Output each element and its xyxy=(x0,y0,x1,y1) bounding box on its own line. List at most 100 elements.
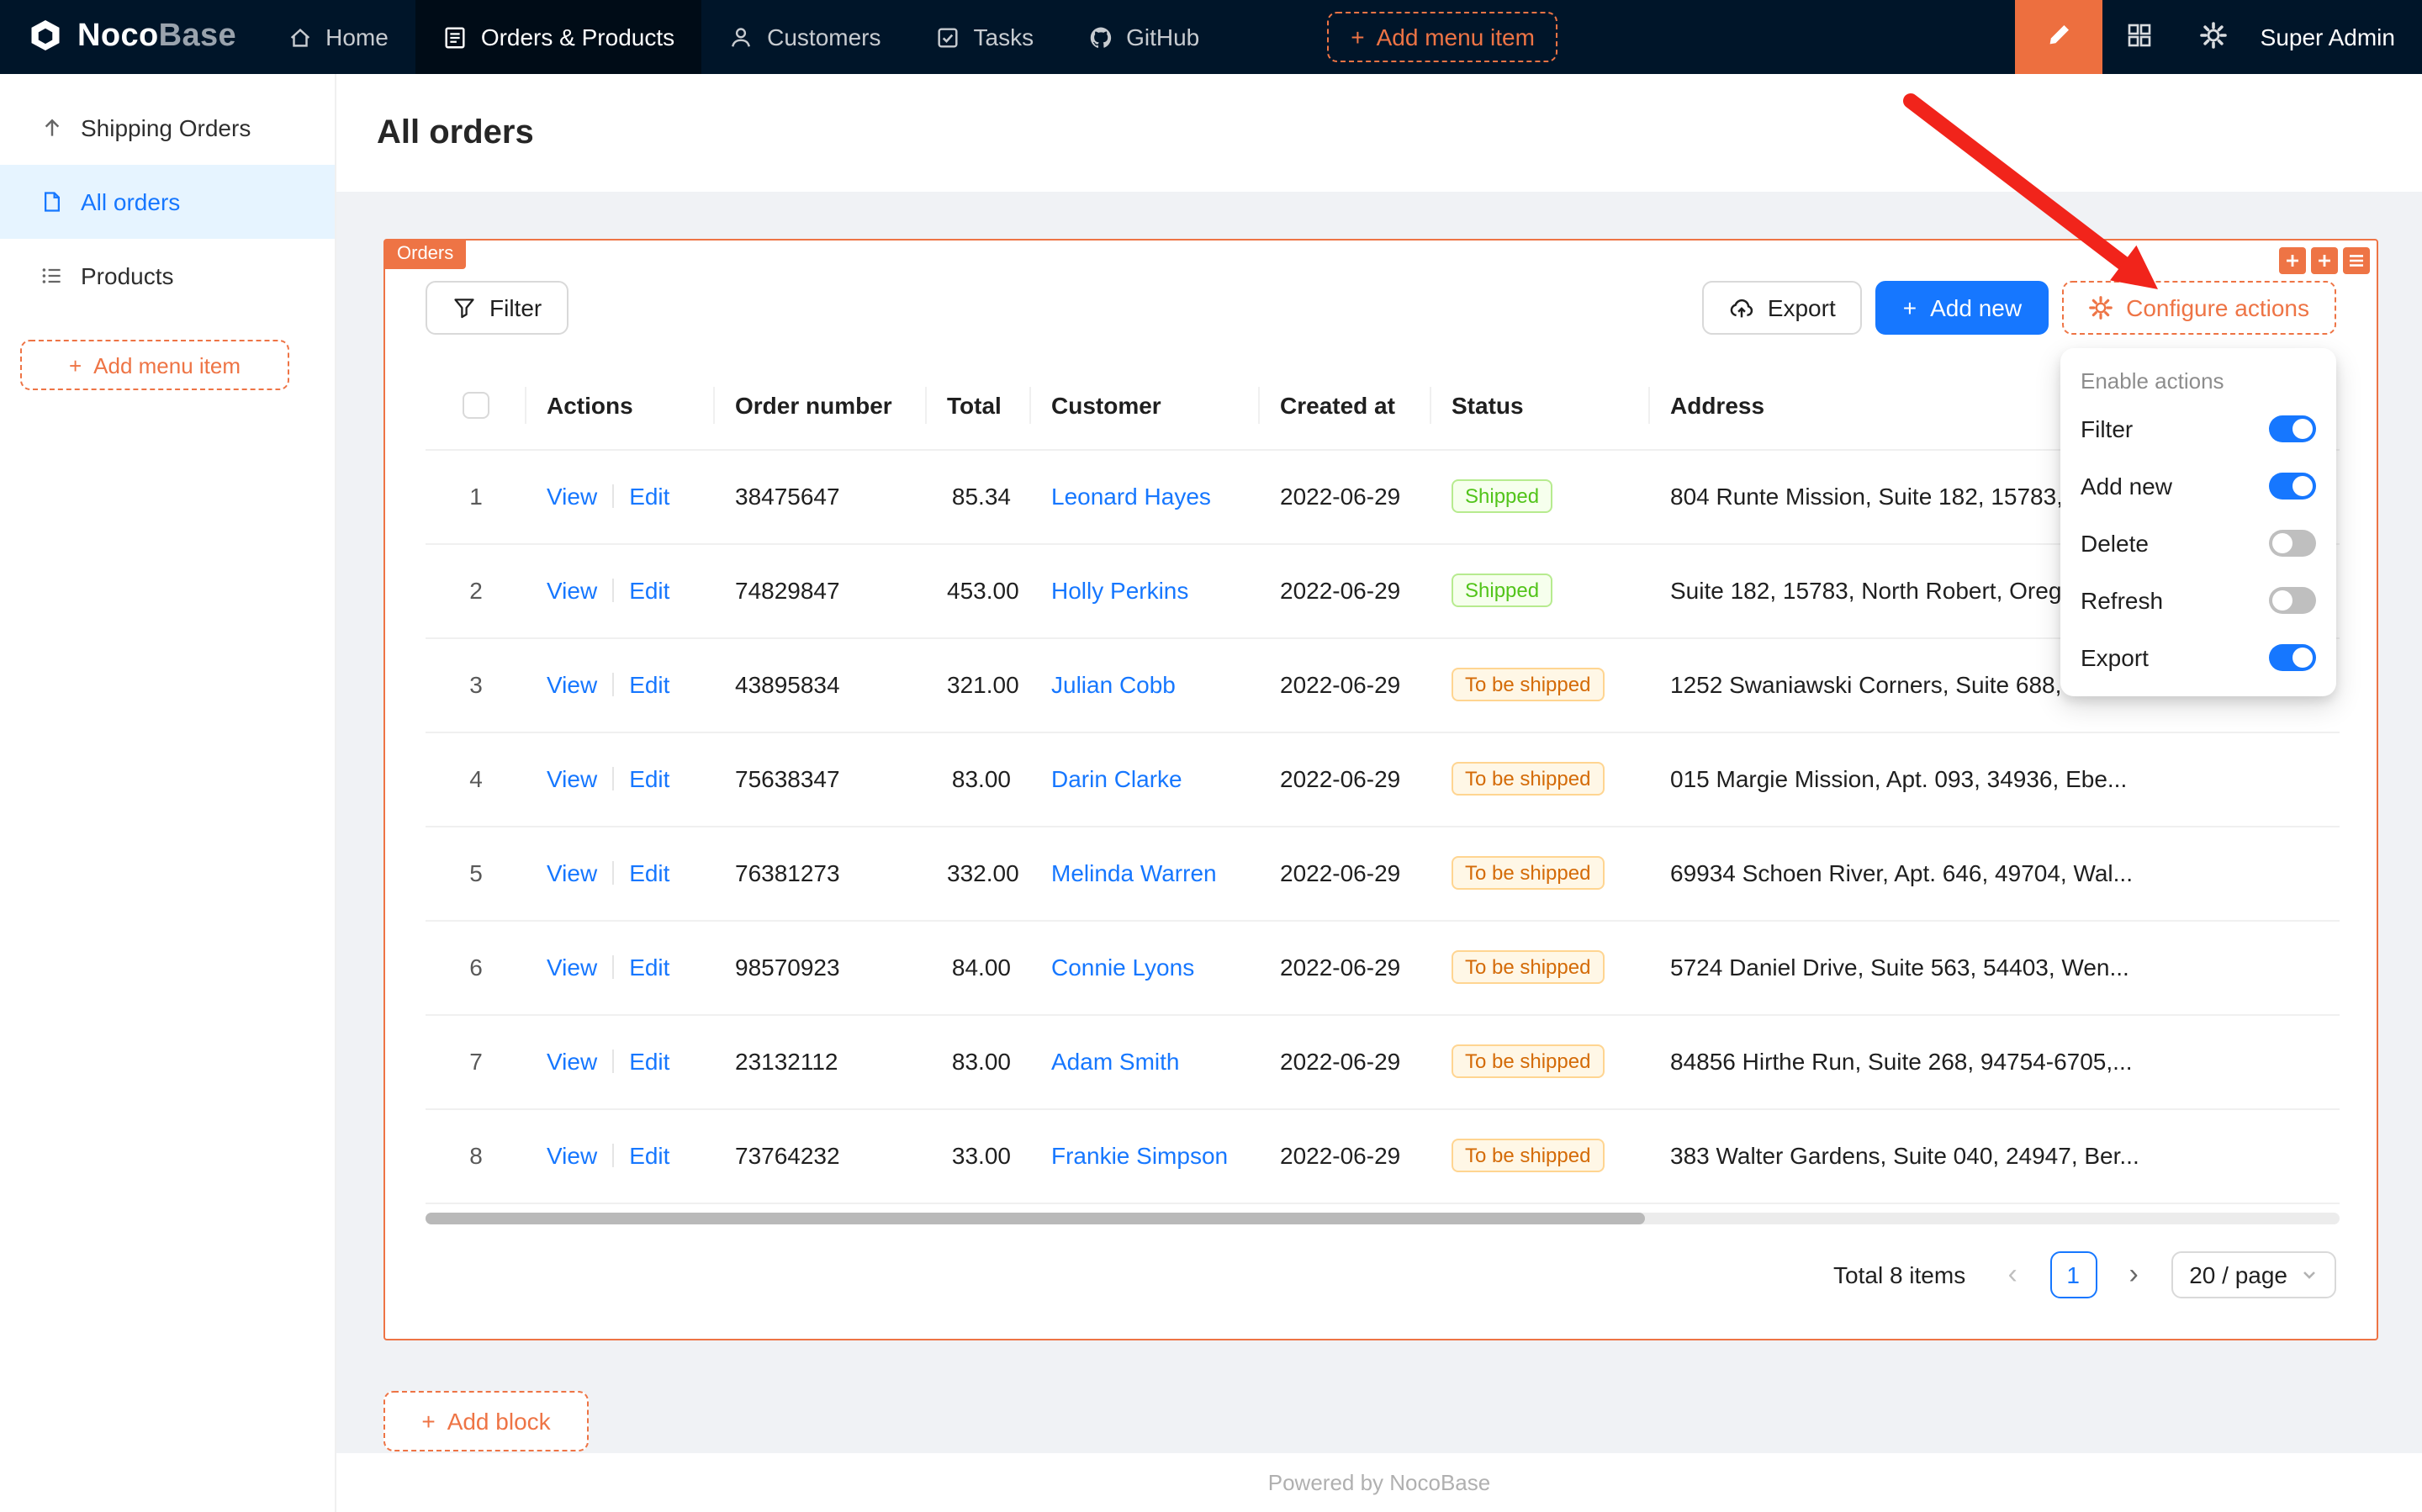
edit-link[interactable]: Edit xyxy=(629,954,669,981)
dropdown-item-refresh[interactable]: Refresh xyxy=(2060,572,2336,629)
select-all-checkbox[interactable] xyxy=(463,393,489,420)
edit-link[interactable]: Edit xyxy=(629,859,669,886)
customer-link[interactable]: Adam Smith xyxy=(1051,1048,1180,1075)
customer-link[interactable]: Holly Perkins xyxy=(1051,577,1188,604)
current-user[interactable]: Super Admin xyxy=(2261,24,2395,50)
dropdown-item-filter[interactable]: Filter xyxy=(2060,400,2336,457)
row-index[interactable]: 4 xyxy=(426,732,526,826)
row-index[interactable]: 6 xyxy=(426,920,526,1014)
table-toolbar: Filter Export + Add new xyxy=(426,281,2336,335)
ui-editor-button[interactable] xyxy=(2015,0,2102,74)
plus-square-icon[interactable] xyxy=(2279,247,2306,274)
status-cell: To be shipped xyxy=(1431,1014,1650,1108)
filter-switch[interactable] xyxy=(2269,415,2316,442)
view-link[interactable]: View xyxy=(547,671,597,698)
delete-switch[interactable] xyxy=(2269,530,2316,557)
edit-link[interactable]: Edit xyxy=(629,765,669,792)
customer-link[interactable]: Frankie Simpson xyxy=(1051,1142,1228,1169)
view-link[interactable]: View xyxy=(547,1048,597,1075)
edit-link[interactable]: Edit xyxy=(629,483,669,510)
customer-link[interactable]: Darin Clarke xyxy=(1051,765,1182,792)
order-number-cell: 43895834 xyxy=(715,637,927,732)
status-badge: Shipped xyxy=(1452,574,1552,607)
export-button[interactable]: Export xyxy=(1702,281,1863,335)
plus-square-icon-2[interactable] xyxy=(2311,247,2338,274)
configure-gear-icon xyxy=(2089,296,2113,320)
sidebar-item-shipping-orders[interactable]: Shipping Orders xyxy=(0,91,335,165)
address-cell: 015 Margie Mission, Apt. 093, 34936, Ebe… xyxy=(1650,732,2340,826)
horizontal-scrollbar[interactable] xyxy=(426,1212,2340,1224)
gear-icon xyxy=(2200,21,2227,53)
nav-item-orders-products[interactable]: Orders & Products xyxy=(415,0,701,74)
sidebar-item-products[interactable]: Products xyxy=(0,239,335,313)
add-new-switch[interactable] xyxy=(2269,473,2316,500)
page-size-select[interactable]: 20 / page xyxy=(2171,1250,2336,1298)
current-page-button[interactable]: 1 xyxy=(2049,1250,2097,1298)
view-link[interactable]: View xyxy=(547,483,597,510)
add-block-button[interactable]: + Add block xyxy=(383,1390,589,1451)
scrollbar-thumb[interactable] xyxy=(426,1212,1645,1224)
divider xyxy=(612,955,614,979)
dropdown-item-add-new[interactable]: Add new xyxy=(2060,457,2336,515)
nav-item-tasks[interactable]: Tasks xyxy=(908,0,1061,74)
settings-button[interactable] xyxy=(2176,0,2250,74)
actions-cell: View Edit xyxy=(526,1014,715,1108)
add-new-button[interactable]: + Add new xyxy=(1876,281,2049,335)
edit-link[interactable]: Edit xyxy=(629,1142,669,1169)
view-link[interactable]: View xyxy=(547,577,597,604)
sidebar-item-all-orders[interactable]: All orders xyxy=(0,165,335,239)
view-link[interactable]: View xyxy=(547,1142,597,1169)
app-window: NocoBase Home Orders & Products Customer… xyxy=(0,0,2422,1512)
customer-cell: Frankie Simpson xyxy=(1031,1108,1260,1203)
dropdown-item-export[interactable]: Export xyxy=(2060,629,2336,686)
orders-table: Actions Order number Total Customer Crea… xyxy=(426,362,2340,1203)
edit-link[interactable]: Edit xyxy=(629,577,669,604)
filter-button[interactable]: Filter xyxy=(426,281,568,335)
nocobase-logo[interactable]: NocoBase xyxy=(0,0,260,74)
next-page-button[interactable]: › xyxy=(2110,1250,2157,1298)
block-menu-icon[interactable] xyxy=(2343,247,2370,274)
edit-link[interactable]: Edit xyxy=(629,1048,669,1075)
content-area: Orders Filter xyxy=(336,192,2422,1453)
edit-link[interactable]: Edit xyxy=(629,671,669,698)
status-badge: To be shipped xyxy=(1452,762,1604,796)
pagination: Total 8 items ‹ 1 › 20 / page xyxy=(426,1250,2336,1298)
orders-products-icon xyxy=(442,24,468,50)
row-index[interactable]: 7 xyxy=(426,1014,526,1108)
table-row: 8 ViewEdit 73764232 33.00 Frankie Simpso… xyxy=(426,1108,2340,1203)
customer-link[interactable]: Julian Cobb xyxy=(1051,671,1176,698)
nav-item-home[interactable]: Home xyxy=(260,0,415,74)
dropdown-item-delete[interactable]: Delete xyxy=(2060,515,2336,572)
configure-actions-button[interactable]: Configure actions xyxy=(2062,281,2336,335)
nav-item-customers[interactable]: Customers xyxy=(701,0,907,74)
view-link[interactable]: View xyxy=(547,859,597,886)
plugin-manager-button[interactable] xyxy=(2102,0,2176,74)
refresh-switch[interactable] xyxy=(2269,587,2316,614)
order-number-cell: 98570923 xyxy=(715,920,927,1014)
main-area: All orders Orders Filter xyxy=(336,74,2422,1512)
dropdown-title: Enable actions xyxy=(2060,355,2336,400)
table-row: 1 ViewEdit 38475647 85.34 Leonard Hayes … xyxy=(426,449,2340,543)
customer-link[interactable]: Melinda Warren xyxy=(1051,859,1217,886)
chevron-down-icon xyxy=(2301,1266,2318,1282)
nav-item-github[interactable]: GitHub xyxy=(1060,0,1226,74)
customer-cell: Darin Clarke xyxy=(1031,732,1260,826)
sidebar: Shipping Orders All orders Products + Ad… xyxy=(0,74,336,1512)
navbar-add-menu-item-button[interactable]: + Add menu item xyxy=(1327,12,1558,62)
row-index[interactable]: 1 xyxy=(426,449,526,543)
customer-cell: Melinda Warren xyxy=(1031,826,1260,920)
view-link[interactable]: View xyxy=(547,954,597,981)
sidebar-add-menu-item-button[interactable]: + Add menu item xyxy=(20,340,289,390)
export-switch[interactable] xyxy=(2269,644,2316,671)
row-index[interactable]: 8 xyxy=(426,1108,526,1203)
customer-link[interactable]: Connie Lyons xyxy=(1051,954,1194,981)
row-index[interactable]: 3 xyxy=(426,637,526,732)
prev-page-button[interactable]: ‹ xyxy=(1989,1250,2036,1298)
row-index[interactable]: 2 xyxy=(426,543,526,637)
order-number-cell: 76381273 xyxy=(715,826,927,920)
customer-link[interactable]: Leonard Hayes xyxy=(1051,483,1211,510)
view-link[interactable]: View xyxy=(547,765,597,792)
enable-actions-dropdown: Enable actions Filter Add new Delete xyxy=(2060,348,2336,696)
status-cell: To be shipped xyxy=(1431,920,1650,1014)
row-index[interactable]: 5 xyxy=(426,826,526,920)
